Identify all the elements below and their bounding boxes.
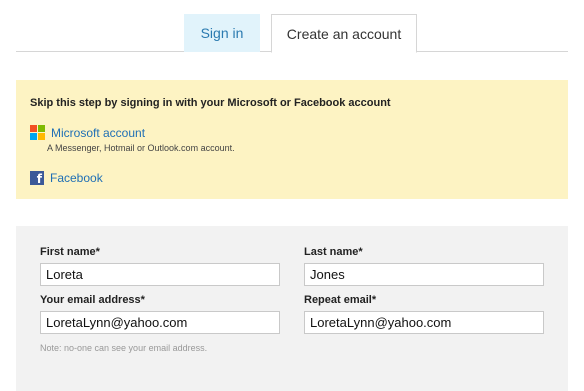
last-name-field[interactable] — [304, 263, 544, 286]
facebook-logo-icon: f — [30, 171, 44, 185]
email-privacy-note: Note: no-one can see your email address. — [40, 343, 208, 353]
email-field[interactable] — [40, 311, 280, 334]
microsoft-account-link[interactable]: Microsoft account — [51, 126, 145, 140]
repeat-email-field[interactable] — [304, 311, 544, 334]
social-signin-panel: Skip this step by signing in with your M… — [16, 80, 568, 199]
repeat-email-label: Repeat email* — [304, 294, 377, 306]
first-name-field[interactable] — [40, 263, 280, 286]
registration-form: First name* Last name* Your email addres… — [16, 226, 568, 391]
facebook-link[interactable]: Facebook — [50, 171, 103, 185]
microsoft-account-option[interactable]: Microsoft account — [30, 125, 145, 140]
facebook-option[interactable]: f Facebook — [30, 171, 103, 185]
microsoft-account-description: A Messenger, Hotmail or Outlook.com acco… — [47, 143, 235, 153]
tab-create-account[interactable]: Create an account — [271, 14, 417, 53]
first-name-label: First name* — [40, 246, 100, 258]
microsoft-logo-icon — [30, 125, 45, 140]
account-tabs: Sign in Create an account — [16, 0, 568, 53]
social-signin-title: Skip this step by signing in with your M… — [30, 97, 391, 109]
tab-sign-in[interactable]: Sign in — [184, 14, 260, 52]
email-label: Your email address* — [40, 294, 145, 306]
last-name-label: Last name* — [304, 246, 363, 258]
